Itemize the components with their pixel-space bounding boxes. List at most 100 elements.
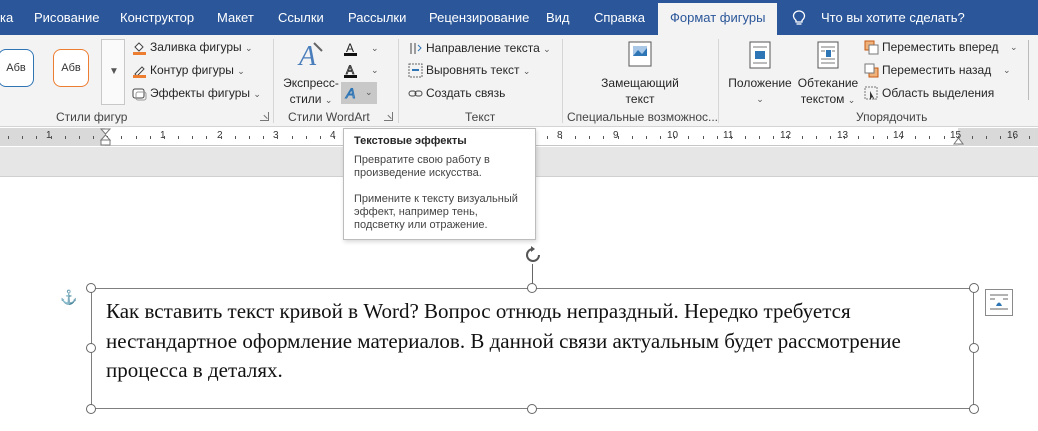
ruler-tick xyxy=(816,136,817,139)
ruler-tick xyxy=(277,136,278,139)
tab-design[interactable]: Конструктор xyxy=(120,0,194,35)
gallery-more-button[interactable]: ▼ xyxy=(101,39,125,105)
ruler-tick xyxy=(121,136,122,139)
ruler-tick xyxy=(887,136,888,139)
alt-text-button[interactable]: Замещающий текст xyxy=(593,39,687,107)
alt-text-icon xyxy=(628,41,652,67)
tab-view[interactable]: Вид xyxy=(546,0,570,35)
indent-marker-icon[interactable] xyxy=(100,128,111,146)
text-outline-button[interactable]: A ⌄ xyxy=(343,60,381,80)
ruler-tick xyxy=(221,136,222,139)
ruler-number: 14 xyxy=(893,130,905,141)
tooltip-description: Превратите свою работу в произведение ис… xyxy=(354,154,490,179)
resize-handle-top-right[interactable] xyxy=(969,283,979,293)
right-indent-marker-icon[interactable] xyxy=(953,133,964,145)
ruler-tick xyxy=(944,136,945,139)
create-link-label: Создать связь xyxy=(426,86,506,100)
resize-handle-bottom-left[interactable] xyxy=(86,404,96,414)
wrap-text-button[interactable]: Обтекание текстом ⌄ xyxy=(796,39,860,108)
ruler-tick xyxy=(731,136,732,139)
ruler-tick xyxy=(972,136,973,139)
tab-mailings[interactable]: Рассылки xyxy=(348,0,406,35)
group-label-arrange: Упорядочить xyxy=(856,110,928,124)
layout-options-icon xyxy=(990,294,1008,310)
ruler-tick xyxy=(65,136,66,139)
resize-handle-middle-right[interactable] xyxy=(969,343,979,353)
shape-effects-icon xyxy=(132,88,147,101)
bring-forward-label: Переместить вперед xyxy=(882,40,999,54)
resize-handle-bottom-right[interactable] xyxy=(969,404,979,414)
ruler-tick xyxy=(618,136,619,139)
group-label-shape-styles: Стили фигур xyxy=(56,110,128,124)
resize-handle-middle-left[interactable] xyxy=(86,343,96,353)
ruler-tick xyxy=(802,136,803,139)
text-box-content[interactable]: Как вставить текст кривой в Word? Вопрос… xyxy=(106,297,966,386)
ruler-tick xyxy=(36,136,37,139)
express-styles-line2: стили xyxy=(289,92,322,106)
align-more-button[interactable] xyxy=(1028,40,1038,100)
ruler-tick xyxy=(674,136,675,139)
group-label-text: Текст xyxy=(465,110,496,124)
ruler-tick xyxy=(773,136,774,139)
ruler-tick xyxy=(632,136,633,139)
resize-handle-top-left[interactable] xyxy=(86,283,96,293)
ruler-tick xyxy=(873,136,874,139)
position-button[interactable]: Положение ⌄ xyxy=(725,39,795,107)
ruler-tick xyxy=(745,136,746,139)
chevron-down-icon: ▼ xyxy=(109,66,119,77)
tab-insert-partial[interactable]: ка xyxy=(0,0,13,35)
ruler-tick xyxy=(717,136,718,139)
layout-options-button[interactable] xyxy=(985,289,1013,316)
selection-pane-label: Область выделения xyxy=(882,86,995,100)
text-direction-icon xyxy=(410,43,422,54)
ruler-tick xyxy=(235,136,236,139)
alt-text-line2: текст xyxy=(625,92,655,106)
ruler-tick xyxy=(986,136,987,139)
paint-bucket-icon xyxy=(133,42,146,55)
text-fill-button[interactable]: A ⌄ xyxy=(343,38,381,58)
wrap-text-icon xyxy=(817,41,839,69)
tab-shape-format[interactable]: Формат фигуры xyxy=(658,3,778,35)
express-styles-button[interactable]: A Экспресс- стили ⌄ xyxy=(280,39,342,108)
resize-handle-top-center[interactable] xyxy=(527,283,537,293)
wrap-text-line2: текстом xyxy=(800,92,845,106)
shape-style-orange[interactable]: Абв xyxy=(53,49,89,87)
tooltip-details: Примените к тексту визуальный эффект, на… xyxy=(354,193,518,231)
ruler-tick xyxy=(178,136,179,139)
pen-icon xyxy=(133,66,146,78)
alt-text-line1: Замещающий xyxy=(601,76,679,90)
tab-draw[interactable]: Рисование xyxy=(34,0,99,35)
text-box-shape[interactable]: Как вставить текст кривой в Word? Вопрос… xyxy=(91,288,974,409)
selection-pane-icon xyxy=(864,86,878,100)
ruler-tick xyxy=(22,136,23,139)
ruler-tick xyxy=(292,136,293,139)
shape-outline-label: Контур фигуры xyxy=(150,63,234,77)
position-label: Положение xyxy=(728,76,792,90)
rotate-handle-icon[interactable] xyxy=(522,244,544,266)
rotation-stem xyxy=(532,264,533,284)
group-separator xyxy=(718,39,719,123)
tab-review[interactable]: Рецензирование xyxy=(429,0,529,35)
bring-forward-icon xyxy=(864,40,879,55)
wordart-launcher-icon[interactable] xyxy=(384,112,393,121)
ruler-tick xyxy=(858,136,859,139)
text-effects-tooltip: Текстовые эффекты Превратите свою работу… xyxy=(343,128,536,240)
shape-styles-launcher-icon[interactable] xyxy=(260,112,269,121)
svg-text:A: A xyxy=(346,41,354,55)
group-separator xyxy=(562,39,563,123)
align-text-icon xyxy=(408,63,423,78)
shape-effects-label: Эффекты фигуры xyxy=(150,86,251,100)
ruler-left-margin xyxy=(0,128,105,146)
send-backward-label: Переместить назад xyxy=(882,63,992,77)
ruler-tick xyxy=(646,136,647,139)
tab-layout[interactable]: Макет xyxy=(217,0,254,35)
tab-references[interactable]: Ссылки xyxy=(278,0,324,35)
ruler-tick xyxy=(192,136,193,139)
tab-help[interactable]: Справка xyxy=(594,0,645,35)
text-effects-button[interactable]: A ⌄ xyxy=(341,82,377,104)
ruler-number: 16 xyxy=(1007,130,1019,141)
shape-style-blue[interactable]: Абв xyxy=(0,49,34,87)
ruler-tick xyxy=(8,136,9,139)
resize-handle-bottom-center[interactable] xyxy=(527,404,537,414)
ruler-tick xyxy=(206,136,207,139)
